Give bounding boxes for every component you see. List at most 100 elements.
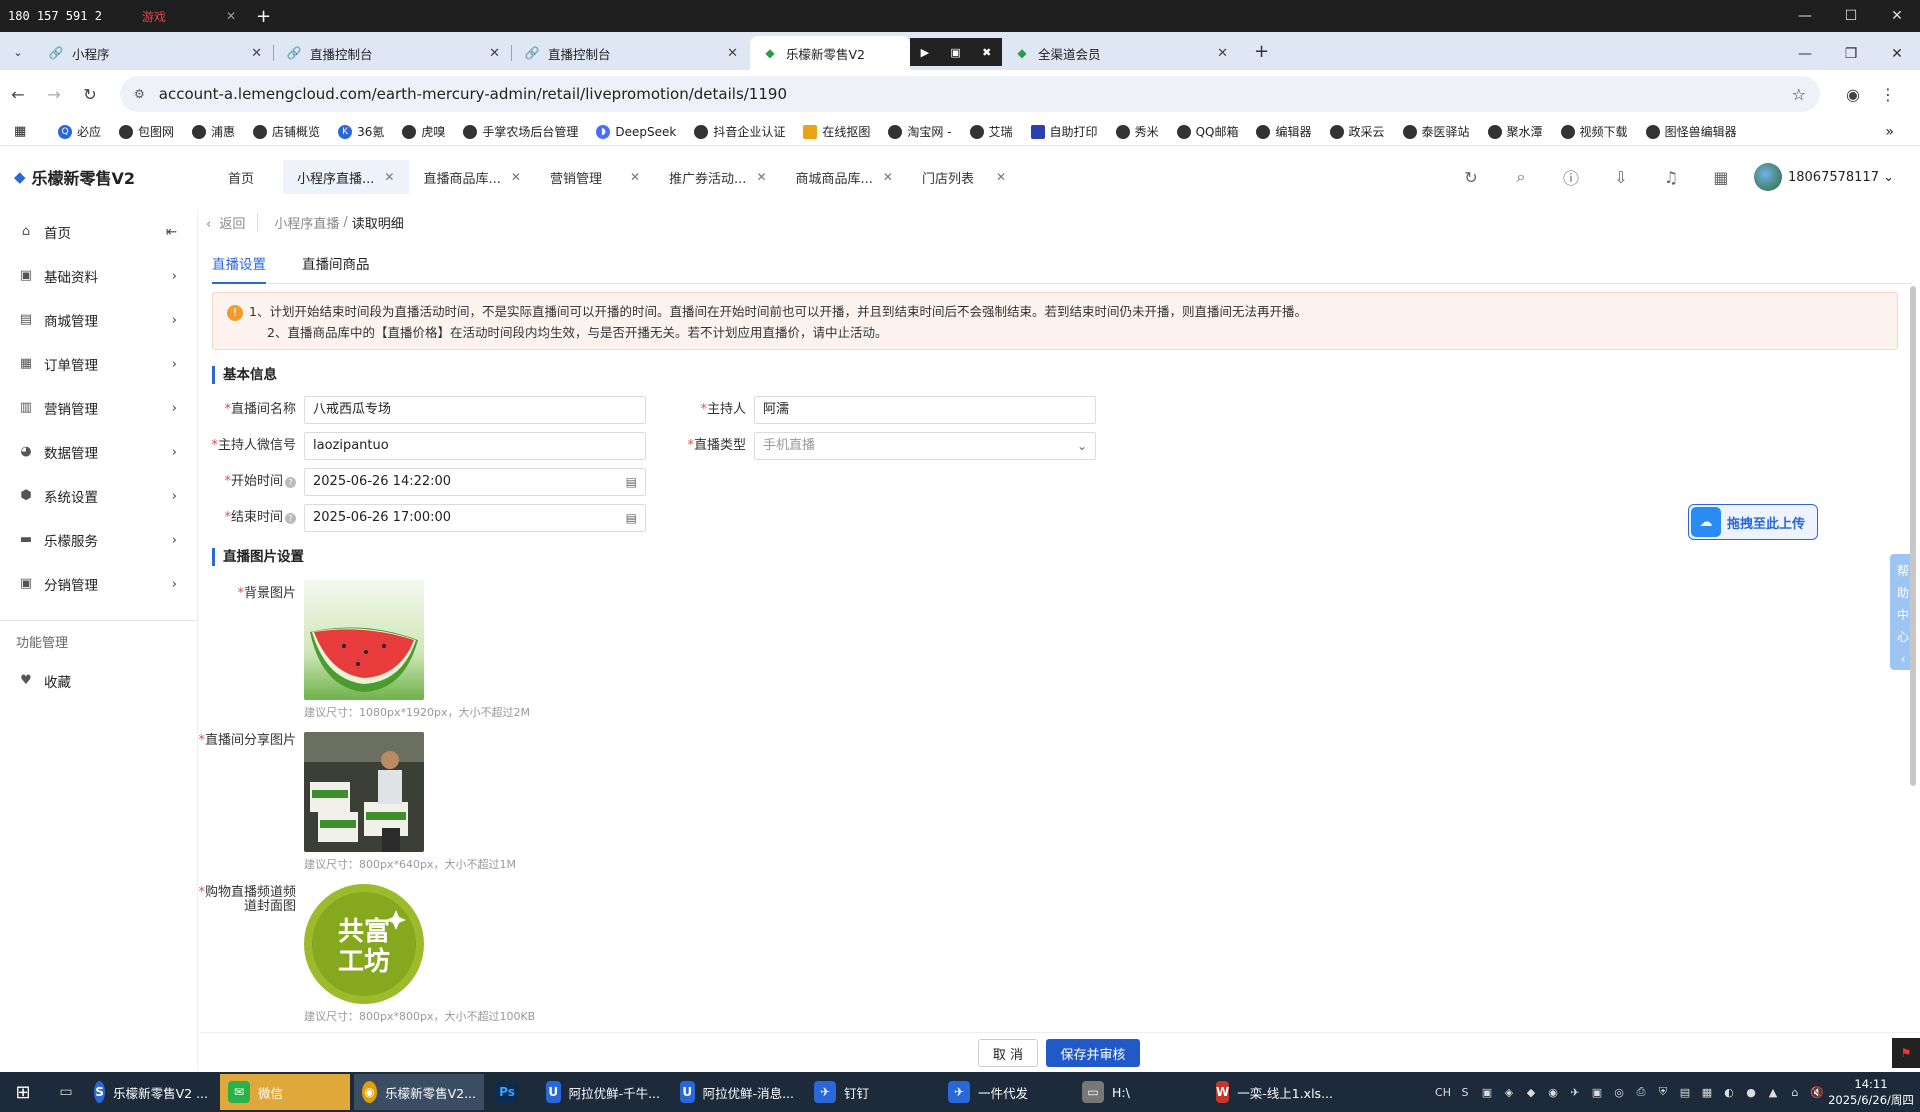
bookmark-item[interactable]: 在线抠图 <box>803 123 870 140</box>
profile-icon[interactable]: ◉ <box>1846 85 1860 104</box>
tab-close-icon[interactable]: ✕ <box>996 170 1006 184</box>
app-tab-stores[interactable]: 门店列表 ✕ <box>908 160 1021 194</box>
taskbar-item[interactable]: S 乐檬新零售V2 ... <box>86 1074 216 1110</box>
host-wechat-input[interactable]: laozipantuo <box>304 432 646 460</box>
volume-muted-icon[interactable]: 🔇 <box>1806 1086 1828 1099</box>
minimize-icon[interactable]: — <box>1782 8 1828 24</box>
maximize-icon[interactable]: ☐ <box>1828 8 1874 24</box>
tray-app-icon[interactable]: ▤ <box>1674 1086 1696 1099</box>
bookmark-item[interactable]: 视频下载 <box>1560 123 1628 140</box>
app-tab-live[interactable]: 小程序直播... ✕ <box>283 160 410 194</box>
forward-icon[interactable]: → <box>36 85 72 104</box>
sidebar-item-distribution[interactable]: ▣ 分销管理 › <box>0 562 197 606</box>
tab-close-icon[interactable]: ✕ <box>511 170 521 184</box>
bookmark-item[interactable]: 手掌农场后台管理 <box>463 123 578 140</box>
tab-close-icon[interactable]: ✕ <box>1217 46 1228 61</box>
reload-icon[interactable]: ↻ <box>72 85 108 104</box>
tab-close-icon[interactable]: ✕ <box>756 170 766 184</box>
taskbar-item[interactable]: ✈ 钉钉 <box>806 1074 936 1110</box>
media-close-icon[interactable]: ✖ <box>982 46 991 59</box>
question-icon[interactable]: ? <box>285 477 296 488</box>
taskbar-item[interactable]: ✉ 微信 <box>220 1074 350 1110</box>
sidebar-item-orders[interactable]: ▦ 订单管理 › <box>0 342 197 386</box>
tray-app-icon[interactable]: ◆ <box>1520 1086 1542 1099</box>
question-icon[interactable]: ? <box>285 513 296 524</box>
bookmark-item[interactable]: Q 必应 <box>58 123 101 140</box>
tab-close-icon[interactable]: ✕ <box>384 170 394 184</box>
bg-image-thumbnail[interactable] <box>304 580 424 700</box>
tray-app-icon[interactable]: ◈ <box>1498 1086 1520 1099</box>
browser-tab[interactable]: ◆ 全渠道会员 ✕ <box>1002 36 1240 70</box>
host-input[interactable]: 阿濡 <box>754 396 1096 424</box>
app-tab-live-goods[interactable]: 直播商品库... ✕ <box>409 160 535 194</box>
room-name-input[interactable]: 八戒西瓜专场 <box>304 396 646 424</box>
minimize-icon[interactable]: — <box>1782 46 1828 62</box>
bookmark-item[interactable]: 淘宝网 - <box>888 123 952 140</box>
tab-close-icon[interactable]: ✕ <box>251 46 262 61</box>
back-link[interactable]: ‹ 返回 <box>206 212 259 232</box>
search-icon[interactable]: ⌕ <box>1496 167 1546 187</box>
taskbar-item[interactable]: ✈ 一件代发 <box>940 1074 1070 1110</box>
clock[interactable]: 14:11 2025/6/26/周四 <box>1828 1076 1914 1108</box>
tab-close-icon[interactable]: ✕ <box>489 46 500 61</box>
os-tab-close-icon[interactable]: ✕ <box>226 9 236 23</box>
os-tab-game[interactable]: 游戏 <box>142 8 166 25</box>
apps-grid-icon[interactable]: ▦ <box>14 124 40 139</box>
sidebar-item-home[interactable]: ⌂ 首页 ⇤ <box>0 210 197 254</box>
more-menu-icon[interactable]: ⋮ <box>1880 85 1896 104</box>
tray-app-icon[interactable]: ✈ <box>1564 1086 1586 1099</box>
bookmark-item[interactable]: 自助打印 <box>1030 123 1098 140</box>
avatar[interactable] <box>1753 163 1782 191</box>
share-image-thumbnail[interactable] <box>304 732 424 852</box>
bookmark-item[interactable]: 泰医驿站 <box>1402 123 1470 140</box>
flag-icon[interactable]: ⚑ <box>1892 1038 1920 1068</box>
tray-app-icon[interactable]: ◐ <box>1718 1086 1740 1099</box>
network-icon[interactable]: ⌂ <box>1784 1086 1806 1099</box>
bookmark-item[interactable]: 艾瑞 <box>969 123 1013 140</box>
bookmark-item[interactable]: 店铺概览 <box>253 123 320 140</box>
tray-app-icon[interactable]: ▣ <box>1476 1086 1498 1099</box>
bookmark-item[interactable]: 聚水潭 <box>1487 123 1543 140</box>
bookmark-item[interactable]: ◗ DeepSeek <box>596 124 676 139</box>
start-time-picker[interactable]: 2025-06-26 14:22:00 ▤ <box>304 468 646 496</box>
sidebar-item-mall[interactable]: ▤ 商城管理 › <box>0 298 197 342</box>
back-icon[interactable]: ← <box>0 85 36 104</box>
bookmark-item[interactable]: 秀米 <box>1115 123 1159 140</box>
tray-app-icon[interactable]: ◉ <box>1542 1086 1564 1099</box>
cover-image-thumbnail[interactable]: 共富 工坊 <box>304 884 424 1004</box>
close-icon[interactable]: ✕ <box>1874 8 1920 24</box>
sogou-tray-icon[interactable]: S <box>1454 1086 1476 1099</box>
bookmark-item[interactable]: QQ邮箱 <box>1176 123 1238 140</box>
user-account[interactable]: 18067578117 ⌄ <box>1788 170 1894 185</box>
language-indicator[interactable]: CH <box>1432 1086 1454 1099</box>
bookmark-item[interactable]: 编辑器 <box>1256 123 1312 140</box>
vertical-scrollbar[interactable] <box>1910 286 1916 786</box>
browser-tab-active[interactable]: ◆ 乐檬新零售V2 <box>750 36 910 70</box>
cast-icon[interactable]: ▶ <box>921 46 929 59</box>
bookmark-star-icon[interactable]: ☆ <box>1792 85 1806 104</box>
bookmark-item[interactable]: 浦惠 <box>192 123 235 140</box>
bookmark-item[interactable]: 图怪兽编辑器 <box>1645 123 1737 140</box>
browser-tab[interactable]: 🔗 直播控制台 ✕ <box>512 36 750 70</box>
tab-close-icon[interactable]: ✕ <box>630 170 640 184</box>
site-info-icon[interactable]: ⚙ <box>134 87 145 101</box>
windows-start-icon[interactable]: ⊞ <box>0 1082 46 1103</box>
tray-app-icon[interactable]: ◎ <box>1608 1086 1630 1099</box>
tray-app-icon[interactable]: ▣ <box>1586 1086 1608 1099</box>
taskbar-item[interactable]: U 阿拉优鲜-千牛... <box>538 1074 668 1110</box>
pip-icon[interactable]: ▣ <box>950 46 960 59</box>
app-tab-home[interactable]: 首页 <box>200 160 283 194</box>
app-tab-mall-goods[interactable]: 商城商品库... ✕ <box>782 160 908 194</box>
bookmark-item[interactable]: 抖音企业认证 <box>694 123 785 140</box>
tab-close-icon[interactable]: ✕ <box>883 170 893 184</box>
drag-upload-button[interactable]: ☁ 拖拽至此上传 <box>1688 504 1818 540</box>
taskbar-item[interactable]: W 一栾-线上1.xls... <box>1208 1074 1338 1110</box>
tab-search-icon[interactable]: ⌄ <box>0 34 36 70</box>
close-icon[interactable]: ✕ <box>1874 46 1920 62</box>
sidebar-item-basic[interactable]: ▣ 基础资料 › <box>0 254 197 298</box>
taskbar-item[interactable]: ▭ H:\ <box>1074 1074 1204 1110</box>
sidebar-item-favorites[interactable]: ♥ 收藏 <box>0 659 197 703</box>
app-tab-marketing[interactable]: 营销管理 ✕ <box>536 160 655 194</box>
app-tab-coupon[interactable]: 推广券活动... ✕ <box>655 160 781 194</box>
sidebar-item-marketing[interactable]: ▥ 营销管理 › <box>0 386 197 430</box>
